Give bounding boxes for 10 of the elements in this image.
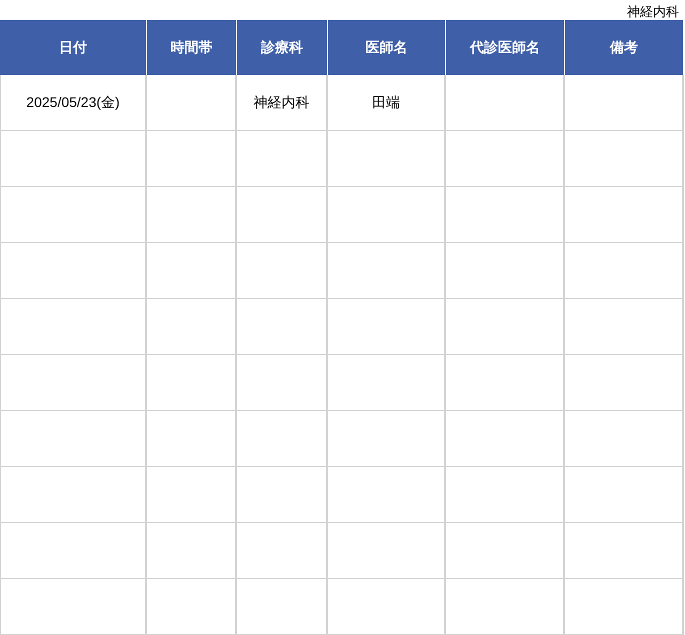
column-header: 診療科: [237, 20, 328, 75]
column-header: 医師名: [328, 20, 446, 75]
cell-text: 2025/05/23(金): [26, 93, 120, 112]
column-header: 時間帯: [147, 20, 237, 75]
cell-text: 神経内科: [254, 93, 310, 112]
column-header: 代診医師名: [446, 20, 565, 75]
column-header: 日付: [0, 20, 147, 75]
column-header: 備考: [565, 20, 684, 75]
cell-text: 田端: [372, 93, 400, 112]
department-label: 神経内科: [627, 4, 679, 20]
